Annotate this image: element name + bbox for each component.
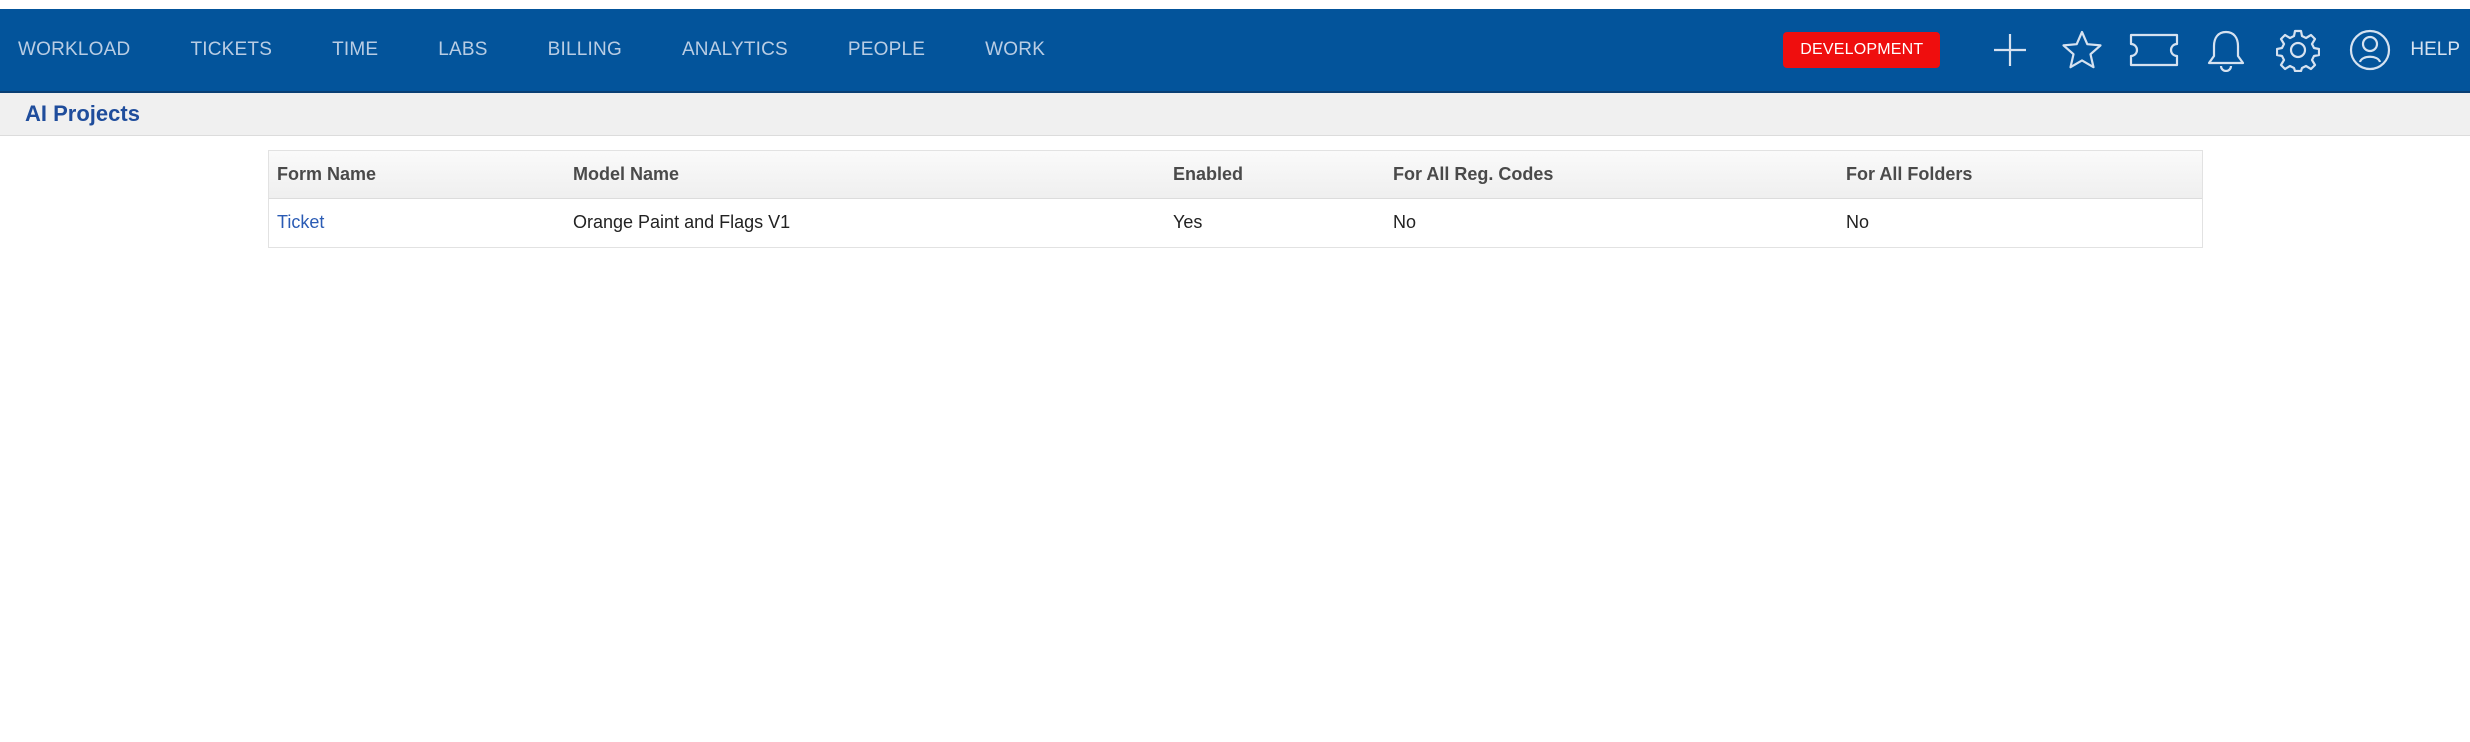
- cell-enabled: Yes: [1173, 212, 1203, 233]
- column-header-form-name[interactable]: Form Name: [269, 151, 565, 199]
- column-header-for-all-folders[interactable]: For All Folders: [1838, 151, 2202, 199]
- column-header-for-all-reg-codes[interactable]: For All Reg. Codes: [1385, 151, 1838, 199]
- nav-item-time[interactable]: TIME: [302, 9, 408, 91]
- nav-item-labs[interactable]: LABS: [408, 9, 517, 91]
- nav-item-work[interactable]: WORK: [955, 9, 1075, 91]
- column-header-enabled[interactable]: Enabled: [1165, 151, 1385, 199]
- table-row[interactable]: Ticket Orange Paint and Flags V1 Yes No …: [269, 198, 2202, 247]
- environment-badge: DEVELOPMENT: [1783, 32, 1941, 68]
- nav-item-workload[interactable]: WORKLOAD: [0, 9, 160, 91]
- cell-for-all-folders: No: [1846, 212, 1870, 233]
- column-header-model-name[interactable]: Model Name: [565, 151, 1165, 199]
- plus-icon[interactable]: [1974, 8, 2046, 92]
- nav-actions: DEVELOPMENT HELP: [1783, 9, 2470, 91]
- top-navbar: WORKLOAD TICKETS TIME LABS BILLING ANALY…: [0, 9, 2470, 93]
- star-icon[interactable]: [2046, 8, 2118, 92]
- form-name-link[interactable]: Ticket: [277, 212, 324, 232]
- gear-icon[interactable]: [2262, 8, 2334, 92]
- ai-projects-table: Form Name Model Name Enabled For All Reg…: [268, 150, 2203, 248]
- cell-for-all-reg-codes: No: [1393, 212, 1417, 233]
- bell-icon[interactable]: [2190, 8, 2262, 92]
- nav-item-tickets[interactable]: TICKETS: [160, 9, 302, 91]
- nav-item-people[interactable]: PEOPLE: [818, 9, 955, 91]
- cell-form-name: Ticket: [269, 198, 565, 247]
- main-nav: WORKLOAD TICKETS TIME LABS BILLING ANALY…: [0, 9, 1075, 91]
- ticket-icon[interactable]: [2118, 8, 2190, 92]
- help-link[interactable]: HELP: [2406, 39, 2470, 61]
- page-header: AI Projects: [0, 93, 2470, 136]
- table-header-row: Form Name Model Name Enabled For All Reg…: [269, 151, 2202, 199]
- user-icon[interactable]: [2334, 8, 2406, 92]
- nav-item-billing[interactable]: BILLING: [518, 9, 652, 91]
- page-title: AI Projects: [25, 101, 140, 126]
- nav-item-analytics[interactable]: ANALYTICS: [652, 9, 818, 91]
- cell-model-name: Orange Paint and Flags V1: [573, 212, 791, 233]
